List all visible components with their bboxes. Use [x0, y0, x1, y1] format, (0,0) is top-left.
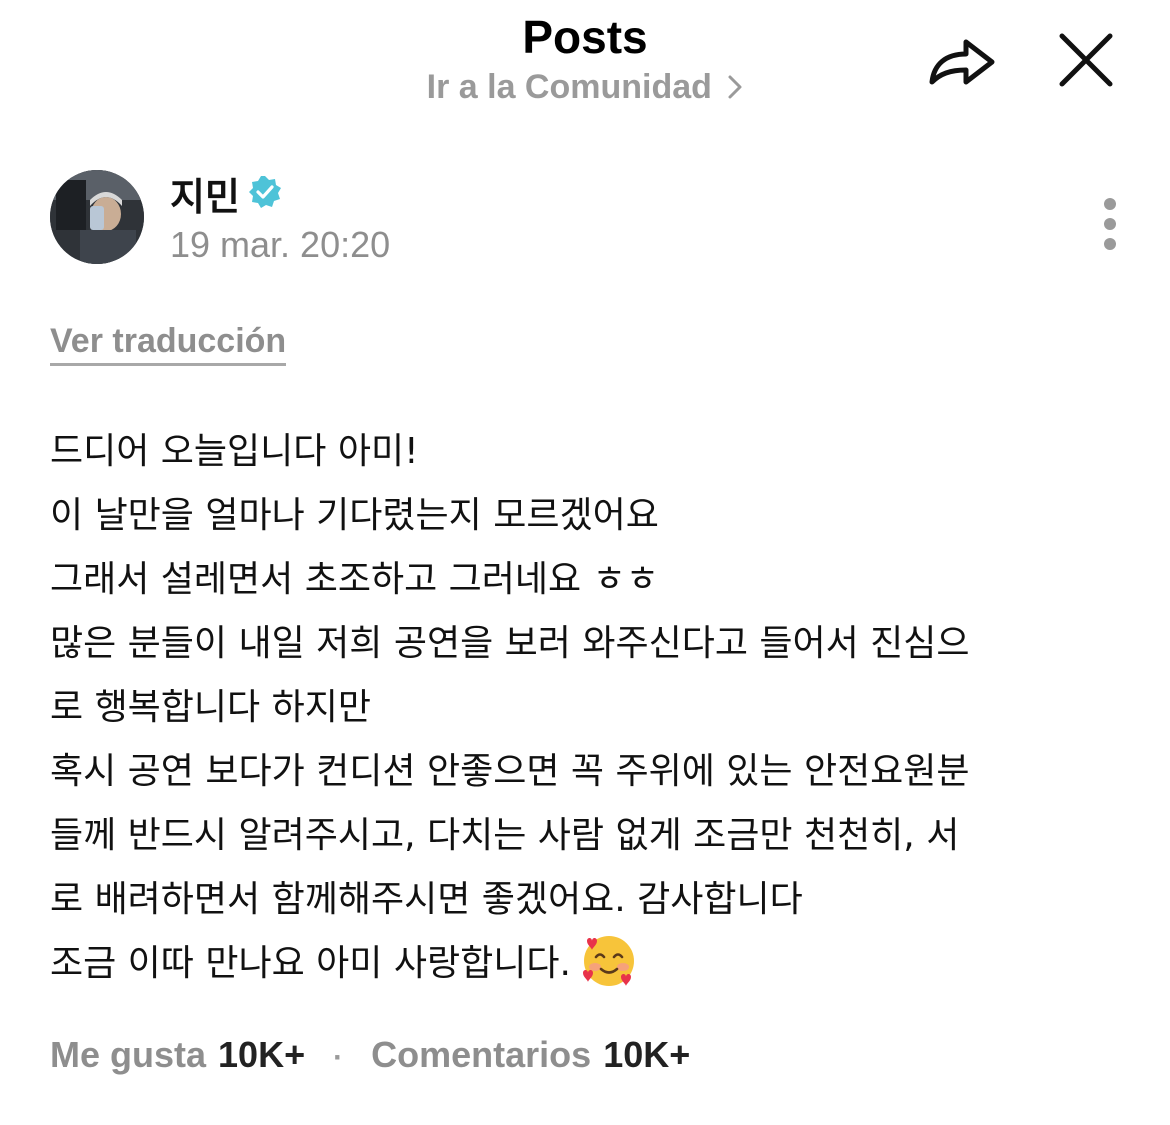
post-stats: Me gusta 10K+ · Comentarios 10K+ [50, 1034, 690, 1076]
post-timestamp: 19 mar. 20:20 [170, 224, 391, 265]
author-name[interactable]: 지민 [170, 166, 240, 221]
post-line: 그래서 설레면서 초조하고 그러네요 ㅎㅎ [50, 559, 659, 600]
post-line: 많은 분들이 내일 저희 공연을 보러 와주신다고 들어서 진심으 [50, 623, 970, 664]
comments-label: Comentarios [371, 1034, 592, 1075]
post-line: 이 날만을 얼마나 기다렸는지 모르겠어요 [50, 495, 659, 536]
chevron-right-icon [727, 70, 743, 109]
post-detail-screen: Posts Ir a la Comunidad 지민 19 mar. 20:20… [0, 0, 1170, 1125]
comments-count: 10K+ [603, 1034, 691, 1075]
close-button[interactable] [1056, 30, 1116, 90]
avatar-image [50, 170, 144, 264]
post-line: 로 행복합니다 하지만 [50, 687, 371, 728]
post-line-last: 조금 이따 만나요 아미 사랑합니다. [50, 932, 1130, 996]
post-line: 들께 반드시 알려주시고, 다치는 사람 없게 조금만 천천히, 서 [50, 815, 960, 856]
comments-stat[interactable]: Comentarios 10K+ [371, 1034, 690, 1075]
post-body: 드디어 오늘입니다 아미! 이 날만을 얼마나 기다렸는지 모르겠어요 그래서 … [50, 420, 1130, 996]
post-line: 로 배려하면서 함께해주시면 좋겠어요. 감사합니다 [50, 879, 803, 920]
smiling-face-with-hearts-icon [581, 933, 637, 989]
post-line-text: 조금 이따 만나요 아미 사랑합니다. [50, 943, 571, 984]
share-icon [929, 39, 995, 85]
separator-dot: · [333, 1041, 344, 1074]
likes-label: Me gusta [50, 1034, 207, 1075]
more-options-button[interactable] [1096, 196, 1124, 256]
community-link-label: Ir a la Comunidad [426, 68, 712, 106]
likes-stat[interactable]: Me gusta 10K+ [50, 1034, 305, 1075]
post-line: 혹시 공연 보다가 컨디션 안좋으면 꼭 주위에 있는 안전요원분 [50, 751, 970, 792]
more-vertical-icon [1104, 198, 1116, 250]
verified-badge-icon [247, 174, 283, 210]
likes-count: 10K+ [218, 1034, 306, 1075]
share-button[interactable] [926, 30, 1002, 92]
close-icon [1059, 33, 1113, 87]
post-line: 드디어 오늘입니다 아미! [50, 431, 419, 472]
avatar[interactable] [50, 170, 144, 264]
see-translation-link[interactable]: Ver traducción [50, 322, 287, 366]
